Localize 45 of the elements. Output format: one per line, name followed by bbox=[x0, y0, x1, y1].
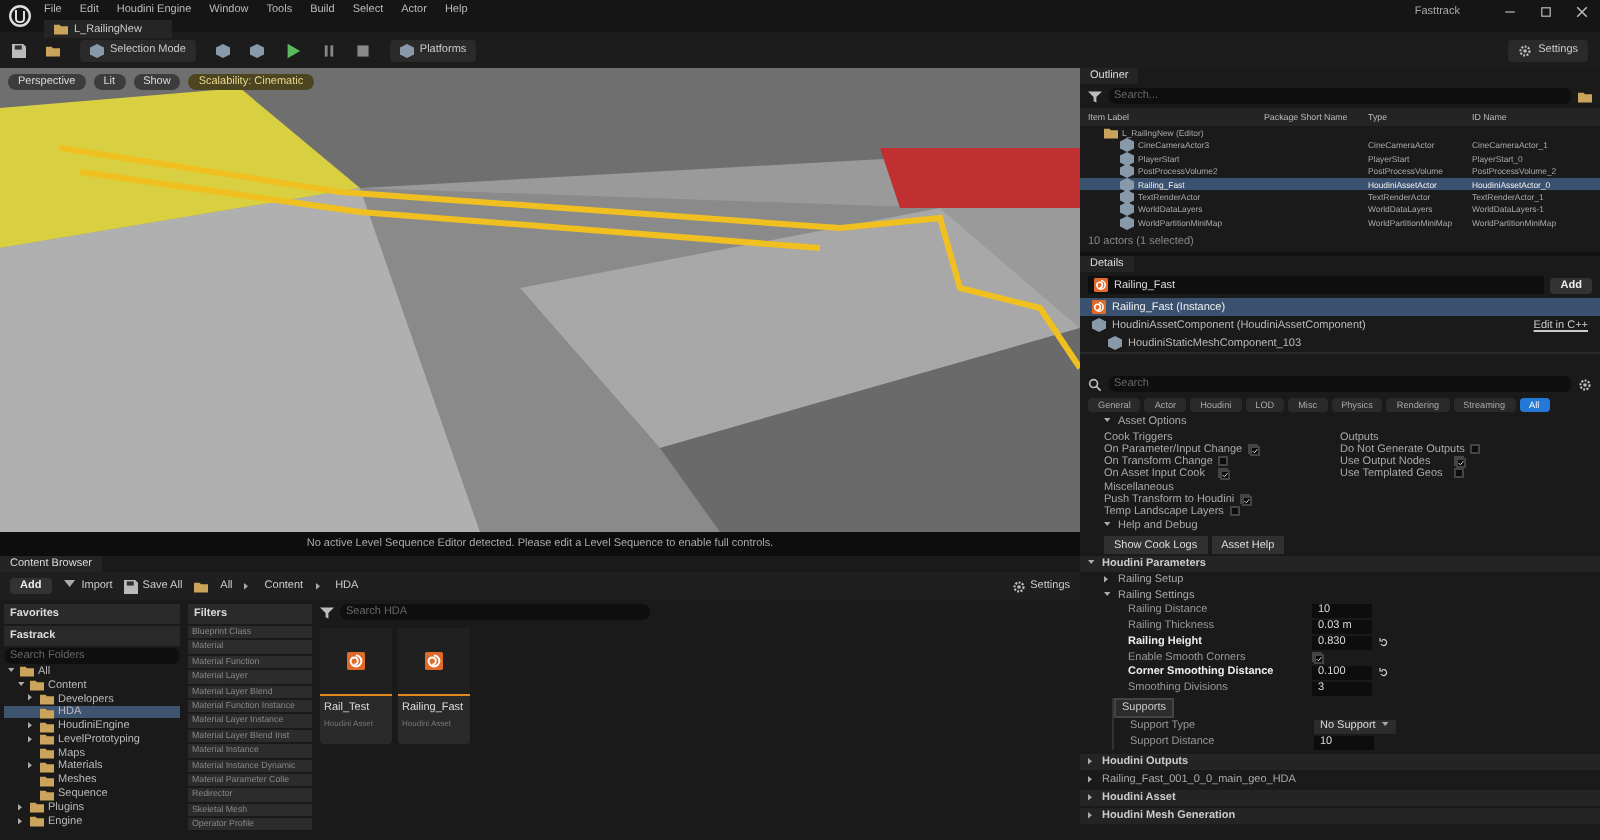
minimize-icon[interactable] bbox=[1504, 6, 1516, 18]
search-icon bbox=[1088, 377, 1102, 391]
checkbox[interactable] bbox=[1470, 444, 1481, 455]
settings-icon bbox=[1578, 377, 1592, 391]
caret-icon[interactable] bbox=[18, 817, 26, 826]
check-icon bbox=[1456, 458, 1466, 469]
checkbox[interactable] bbox=[1229, 506, 1240, 517]
settings-icon bbox=[1518, 43, 1533, 57]
asset-icon bbox=[1094, 278, 1108, 292]
close-icon[interactable] bbox=[1576, 6, 1588, 18]
checkbox[interactable] bbox=[1240, 494, 1251, 505]
caret-icon[interactable] bbox=[28, 762, 36, 771]
caret-icon[interactable] bbox=[28, 694, 36, 703]
filter-icon bbox=[320, 605, 334, 619]
check-icon bbox=[1220, 470, 1230, 481]
checkbox[interactable] bbox=[1454, 468, 1464, 479]
pause-icon[interactable] bbox=[321, 43, 336, 57]
reset-icon[interactable] bbox=[1378, 637, 1390, 648]
folder-icon bbox=[194, 579, 209, 593]
asset-icon bbox=[1092, 300, 1106, 314]
checkbox[interactable] bbox=[1218, 456, 1229, 467]
caret-icon bbox=[1381, 722, 1390, 731]
checkbox[interactable] bbox=[1218, 468, 1228, 479]
chevron-icon bbox=[315, 581, 324, 591]
checkbox[interactable] bbox=[1248, 444, 1259, 455]
checkbox[interactable] bbox=[1312, 652, 1322, 663]
save-icon bbox=[124, 579, 139, 593]
save-icon bbox=[12, 43, 26, 57]
caret-icon[interactable] bbox=[28, 735, 36, 744]
folder-icon bbox=[1578, 89, 1592, 103]
check-icon bbox=[1314, 654, 1324, 665]
folder-icon bbox=[46, 43, 60, 57]
reset-icon[interactable] bbox=[1378, 667, 1390, 678]
chevron-icon bbox=[244, 581, 253, 591]
caret-icon[interactable] bbox=[28, 722, 36, 731]
play-icon[interactable] bbox=[283, 41, 302, 59]
stop-icon[interactable] bbox=[355, 43, 370, 57]
caret-icon[interactable] bbox=[18, 803, 26, 812]
filter-icon bbox=[1088, 89, 1102, 103]
check-icon bbox=[1250, 446, 1261, 457]
import-icon bbox=[63, 579, 78, 593]
settings-icon bbox=[1012, 579, 1027, 593]
caret-icon[interactable] bbox=[1104, 575, 1112, 584]
maximize-icon[interactable] bbox=[1540, 6, 1552, 18]
check-icon bbox=[1242, 496, 1253, 507]
